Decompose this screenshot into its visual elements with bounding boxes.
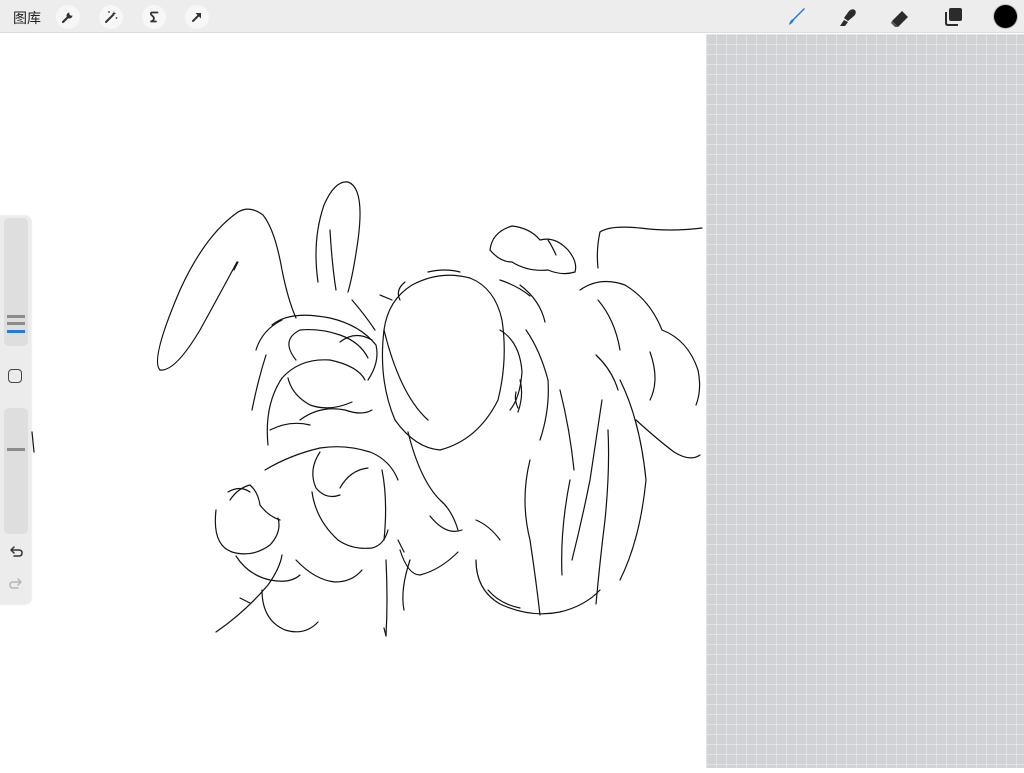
adjustments-wrench-button[interactable] [56,5,80,29]
modify-button[interactable] [8,369,22,383]
wrench-icon [61,12,73,24]
transform-button[interactable] [185,5,209,29]
drawing-canvas[interactable] [0,34,706,768]
layers-icon [945,8,962,26]
brush-size-slider[interactable] [4,218,28,346]
top-toolbar: 图库 [0,0,1024,33]
size-slider-indicator[interactable] [7,330,25,333]
adjustments-magic-button[interactable] [99,5,123,29]
sketch-drawing [31,181,703,637]
opacity-slider[interactable] [4,408,28,534]
layers-button[interactable] [940,4,966,30]
eraser-icon [891,11,908,27]
undo-button[interactable] [7,543,25,561]
selection-button[interactable] [142,5,166,29]
arrow-cursor-icon [192,13,201,22]
smudge-icon [840,9,856,26]
opacity-slider-handle[interactable] [7,448,25,451]
color-picker-button[interactable] [994,5,1017,28]
redo-button[interactable] [7,575,25,593]
left-sidebar [0,216,31,604]
smudge-tool-button[interactable] [835,4,861,30]
gallery-button[interactable]: 图库 [13,8,41,28]
brush-icon [789,8,805,25]
redo-icon [9,578,22,589]
canvas-outside-grid [706,34,1024,768]
undo-icon [10,546,23,557]
magic-wand-icon [105,11,118,23]
eraser-tool-button[interactable] [887,4,913,30]
size-slider-handle-mid[interactable] [7,322,25,325]
size-slider-handle-top[interactable] [7,315,25,318]
brush-tool-button[interactable] [783,4,809,30]
selection-s-icon [149,11,159,23]
